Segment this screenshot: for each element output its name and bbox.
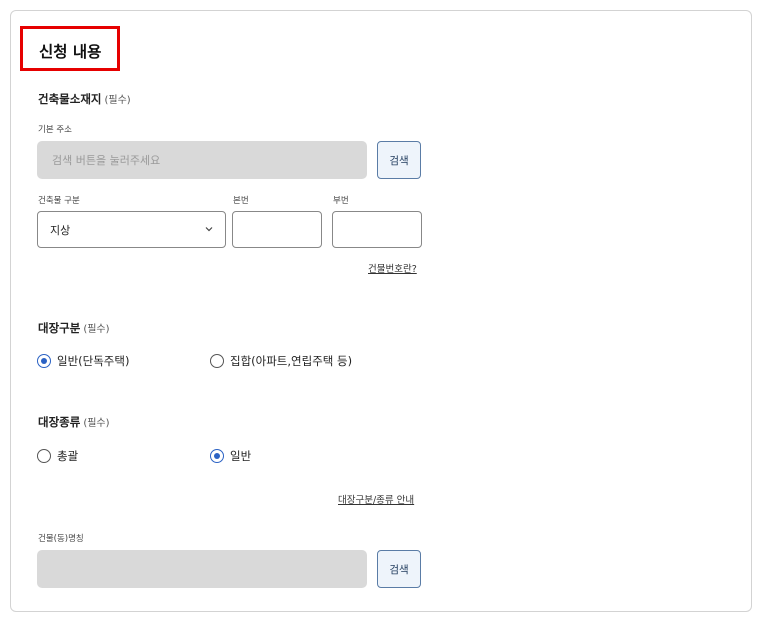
ledger-guide-link[interactable]: 대장구분/종류 안내 [338, 492, 414, 506]
main-number-label: 본번 [233, 196, 249, 206]
building-type-selected: 지상 [50, 223, 71, 237]
building-name-input[interactable] [37, 550, 367, 588]
radio-unchecked-icon[interactable] [210, 354, 224, 368]
radio-checked-icon[interactable] [37, 354, 51, 368]
building-name-search-button[interactable]: 검색 [377, 550, 421, 588]
main-number-input[interactable] [232, 211, 322, 248]
ledger-class-option-label: 집합(아파트,연립주택 등) [230, 354, 353, 368]
chevron-down-icon [205, 227, 213, 232]
radio-checked-icon[interactable] [210, 449, 224, 463]
ledger-class-section-label: 대장구분 (필수) [38, 320, 110, 336]
ledger-class-option-label: 일반(단독주택) [57, 354, 130, 368]
ledger-class-required: (필수) [83, 324, 110, 335]
radio-unchecked-icon[interactable] [37, 449, 51, 463]
building-number-help-link[interactable]: 건물번호란? [368, 261, 420, 275]
address-required: (필수) [104, 95, 131, 106]
ledger-kind-option-label: 총괄 [57, 449, 79, 463]
ledger-kind-required: (필수) [83, 418, 110, 429]
ledger-class-option-general[interactable]: 일반(단독주택) [37, 353, 129, 369]
section-title: 신청 내용 [39, 43, 102, 61]
ledger-kind-option-summary[interactable]: 총괄 [37, 448, 78, 464]
ledger-kind-section-label: 대장종류 (필수) [38, 414, 110, 430]
ledger-kind-option-general[interactable]: 일반 [210, 448, 251, 464]
ledger-class-label: 대장구분 [38, 321, 81, 335]
basic-address-input[interactable]: 검색 버튼을 눌러주세요 [37, 141, 367, 179]
ledger-kind-option-label: 일반 [230, 449, 252, 463]
ledger-kind-label: 대장종류 [38, 415, 81, 429]
sub-number-label: 부번 [333, 196, 349, 206]
basic-address-label: 기본 주소 [38, 125, 72, 135]
address-section-label: 건축물소재지 (필수) [38, 91, 131, 107]
address-label: 건축물소재지 [38, 92, 102, 106]
building-type-select[interactable]: 지상 [37, 211, 226, 248]
sub-number-input[interactable] [332, 211, 422, 248]
address-search-button[interactable]: 검색 [377, 141, 421, 179]
building-name-label: 건물(동)명칭 [38, 534, 84, 544]
ledger-class-option-collective[interactable]: 집합(아파트,연립주택 등) [210, 353, 352, 369]
building-type-label: 건축물 구분 [38, 196, 80, 206]
application-card: 신청 내용 건축물소재지 (필수) 기본 주소 검색 버튼을 눌러주세요 검색 건… [10, 10, 752, 612]
